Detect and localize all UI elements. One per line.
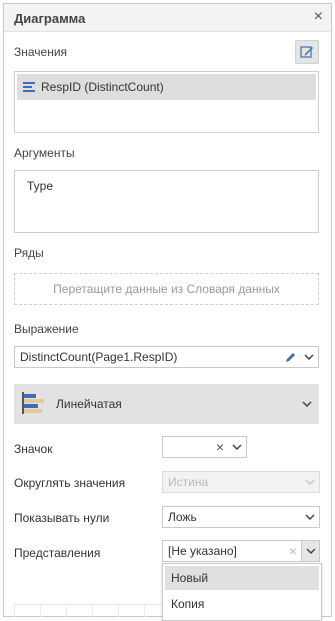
show-zero-value: Ложь [168,510,197,524]
series-drop-zone[interactable]: Перетащите данные из Словаря данных [14,273,319,305]
views-value: [Не указано] [168,544,237,558]
round-values-select: Истина [162,471,320,493]
views-label: Представления [14,546,101,560]
show-zero-label: Показывать нули [14,511,110,525]
chevron-down-icon[interactable] [228,444,246,450]
views-option-copy[interactable]: Копия [165,592,319,616]
chevron-down-icon [301,479,319,485]
value-item-label: RespID (DistinctCount) [41,80,164,94]
arguments-box[interactable]: Type [14,170,319,233]
chevron-down-icon[interactable] [300,354,318,360]
round-values-value: Истина [168,475,209,489]
pencil-icon[interactable] [282,351,300,363]
icon-property-select[interactable]: × [162,436,247,458]
series-drop-placeholder: Перетащите данные из Словаря данных [53,282,280,296]
clear-icon[interactable]: × [285,543,301,559]
argument-item[interactable]: Type [27,179,53,193]
edit-icon [300,46,313,58]
title-bar: Диаграмма × [4,4,331,32]
bar-chart-icon [22,391,46,417]
chart-type-selector[interactable]: Линейчатая [14,384,319,424]
expression-field[interactable]: DistinctCount(Page1.RespID) [14,346,319,368]
chart-editor-panel: Диаграмма × Значения RespID (DistinctCou… [3,3,332,621]
series-label: Ряды [14,246,44,260]
chart-type-label: Линейчатая [56,397,122,411]
dialog-title: Диаграмма [14,11,86,26]
expression-value: DistinctCount(Page1.RespID) [20,350,178,364]
views-dropdown-list[interactable]: Новый Копия [162,563,322,621]
values-box[interactable]: RespID (DistinctCount) [14,71,319,133]
chevron-down-icon[interactable] [301,541,319,561]
values-label: Значения [14,45,68,59]
field-list-icon [23,80,35,94]
show-zero-select[interactable]: Ложь [162,506,320,528]
arguments-label: Аргументы [14,146,75,160]
background-grid [14,604,164,617]
chevron-down-icon[interactable] [301,514,319,520]
views-option-new[interactable]: Новый [165,566,319,590]
expression-label: Выражение [14,322,79,336]
edit-values-button[interactable] [295,40,319,64]
views-select[interactable]: [Не указано] × [162,540,320,562]
chevron-down-icon[interactable] [295,401,319,407]
value-item[interactable]: RespID (DistinctCount) [17,74,316,100]
clear-icon[interactable]: × [212,439,228,455]
round-values-label: Округлять значения [14,476,126,490]
close-icon[interactable]: × [314,8,323,26]
icon-property-label: Значок [14,442,53,456]
